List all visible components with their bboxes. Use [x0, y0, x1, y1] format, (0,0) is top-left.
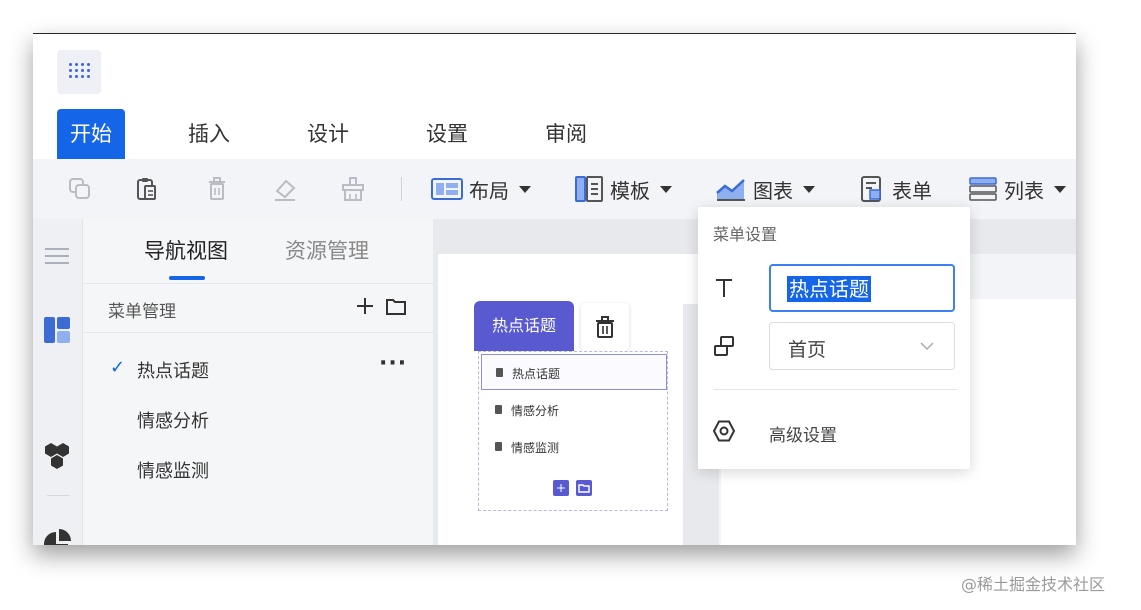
- nav-menu-widget[interactable]: 热点话题 情感分析 情感监测 +: [478, 351, 668, 511]
- tab-review[interactable]: 审阅: [532, 109, 600, 159]
- copy-icon[interactable]: [66, 175, 94, 203]
- app-window: 开始 插入 设计 设置 审阅 布局 模板 图表 表单 列表 导航视图 资源管理 …: [33, 33, 1076, 545]
- line-chart-icon: [716, 179, 745, 201]
- form-button[interactable]: 表单: [858, 173, 932, 205]
- popover-title: 菜单设置: [713, 225, 778, 244]
- tab-insert[interactable]: 插入: [175, 109, 243, 159]
- add-icon[interactable]: +: [553, 480, 569, 496]
- delete-button[interactable]: [581, 303, 629, 351]
- chevron-down-icon: [1054, 185, 1066, 193]
- template-label: 模板: [610, 178, 650, 203]
- components-icon[interactable]: [42, 441, 72, 471]
- pie-chart-icon[interactable]: [42, 528, 72, 545]
- list-button[interactable]: 列表: [968, 173, 1066, 205]
- link-page-select[interactable]: 首页: [769, 322, 955, 370]
- link-icon: [714, 336, 734, 356]
- document-icon: [496, 368, 503, 377]
- selected-menu-tag[interactable]: 热点话题: [474, 301, 574, 351]
- folder-icon[interactable]: [576, 480, 592, 496]
- trash-icon: [596, 316, 614, 338]
- folder-icon[interactable]: [385, 296, 407, 316]
- tab-resource-management[interactable]: 资源管理: [285, 235, 369, 265]
- chart-button[interactable]: 图表: [715, 173, 815, 205]
- menu-item-sentiment-analysis[interactable]: 情感分析: [83, 395, 433, 441]
- chevron-down-icon: [920, 342, 934, 351]
- list-label: 列表: [1004, 178, 1044, 203]
- nav-menu-item-label: 情感监测: [511, 441, 560, 455]
- template-button[interactable]: 模板: [574, 173, 672, 205]
- chevron-down-icon: [519, 185, 531, 193]
- chart-label: 图表: [753, 178, 793, 203]
- chevron-down-icon: [803, 185, 815, 193]
- rail-divider: [47, 495, 69, 496]
- menu-settings-popover: 菜单设置 热点话题 首页 高级设置: [698, 207, 970, 469]
- active-tab-indicator: [169, 276, 205, 280]
- delete-icon[interactable]: [203, 175, 231, 203]
- menu-item-label: 情感分析: [137, 411, 209, 432]
- grid-icon: [69, 63, 90, 81]
- tab-navigation-view[interactable]: 导航视图: [144, 235, 228, 265]
- nav-menu-item[interactable]: 情感分析: [481, 392, 667, 428]
- checkmark-icon: ✓: [110, 357, 126, 378]
- left-rail: [33, 219, 83, 545]
- text-icon: [716, 279, 732, 297]
- tab-start[interactable]: 开始: [57, 109, 125, 159]
- form-label: 表单: [892, 178, 932, 203]
- nav-menu-item-label: 热点话题: [512, 367, 561, 381]
- layout-icon: [431, 178, 463, 200]
- add-icon[interactable]: [355, 296, 375, 316]
- layout-label: 布局: [469, 178, 509, 203]
- watermark: @稀土掘金技术社区: [961, 575, 1106, 594]
- paste-icon[interactable]: [133, 175, 161, 203]
- section-title: 菜单管理: [108, 302, 176, 322]
- form-icon: [861, 176, 881, 202]
- template-icon: [575, 176, 603, 202]
- menu-name-input[interactable]: 热点话题: [769, 264, 955, 312]
- hamburger-icon[interactable]: [42, 241, 72, 271]
- tab-design[interactable]: 设计: [294, 109, 362, 159]
- eraser-icon[interactable]: [271, 175, 299, 203]
- menu-name-value: 热点话题: [787, 276, 871, 302]
- list-icon: [969, 177, 997, 201]
- advanced-settings-link[interactable]: 高级设置: [769, 421, 837, 446]
- toolbar-divider: [401, 177, 402, 201]
- tab-settings[interactable]: 设置: [413, 109, 481, 159]
- more-icon[interactable]: ···: [379, 351, 407, 376]
- layout-panel-icon[interactable]: [42, 315, 72, 345]
- document-icon: [495, 442, 502, 451]
- menu-item-hot-topics[interactable]: ✓ 热点话题 ···: [83, 345, 433, 391]
- clear-format-icon[interactable]: [339, 175, 367, 203]
- menu-item-label: 情感监测: [137, 461, 209, 482]
- chevron-down-icon: [660, 185, 672, 193]
- layout-button[interactable]: 布局: [431, 173, 531, 205]
- menu-item-sentiment-monitoring[interactable]: 情感监测: [83, 445, 433, 491]
- link-page-value: 首页: [788, 339, 827, 361]
- popover-divider: [713, 389, 957, 390]
- document-icon: [495, 405, 502, 414]
- nav-menu-item[interactable]: 热点话题: [481, 354, 667, 390]
- app-launcher-button[interactable]: [57, 50, 101, 94]
- nav-menu-item[interactable]: 情感监测: [481, 429, 667, 465]
- menu-management-header: 菜单管理: [83, 283, 433, 333]
- nav-menu-item-label: 情感分析: [511, 404, 560, 418]
- settings-hexagon-icon[interactable]: [712, 419, 736, 443]
- navigation-panel: 导航视图 资源管理 菜单管理 ✓ 热点话题 ··· 情感分析 情感监测: [83, 219, 433, 545]
- menu-item-label: 热点话题: [137, 361, 209, 382]
